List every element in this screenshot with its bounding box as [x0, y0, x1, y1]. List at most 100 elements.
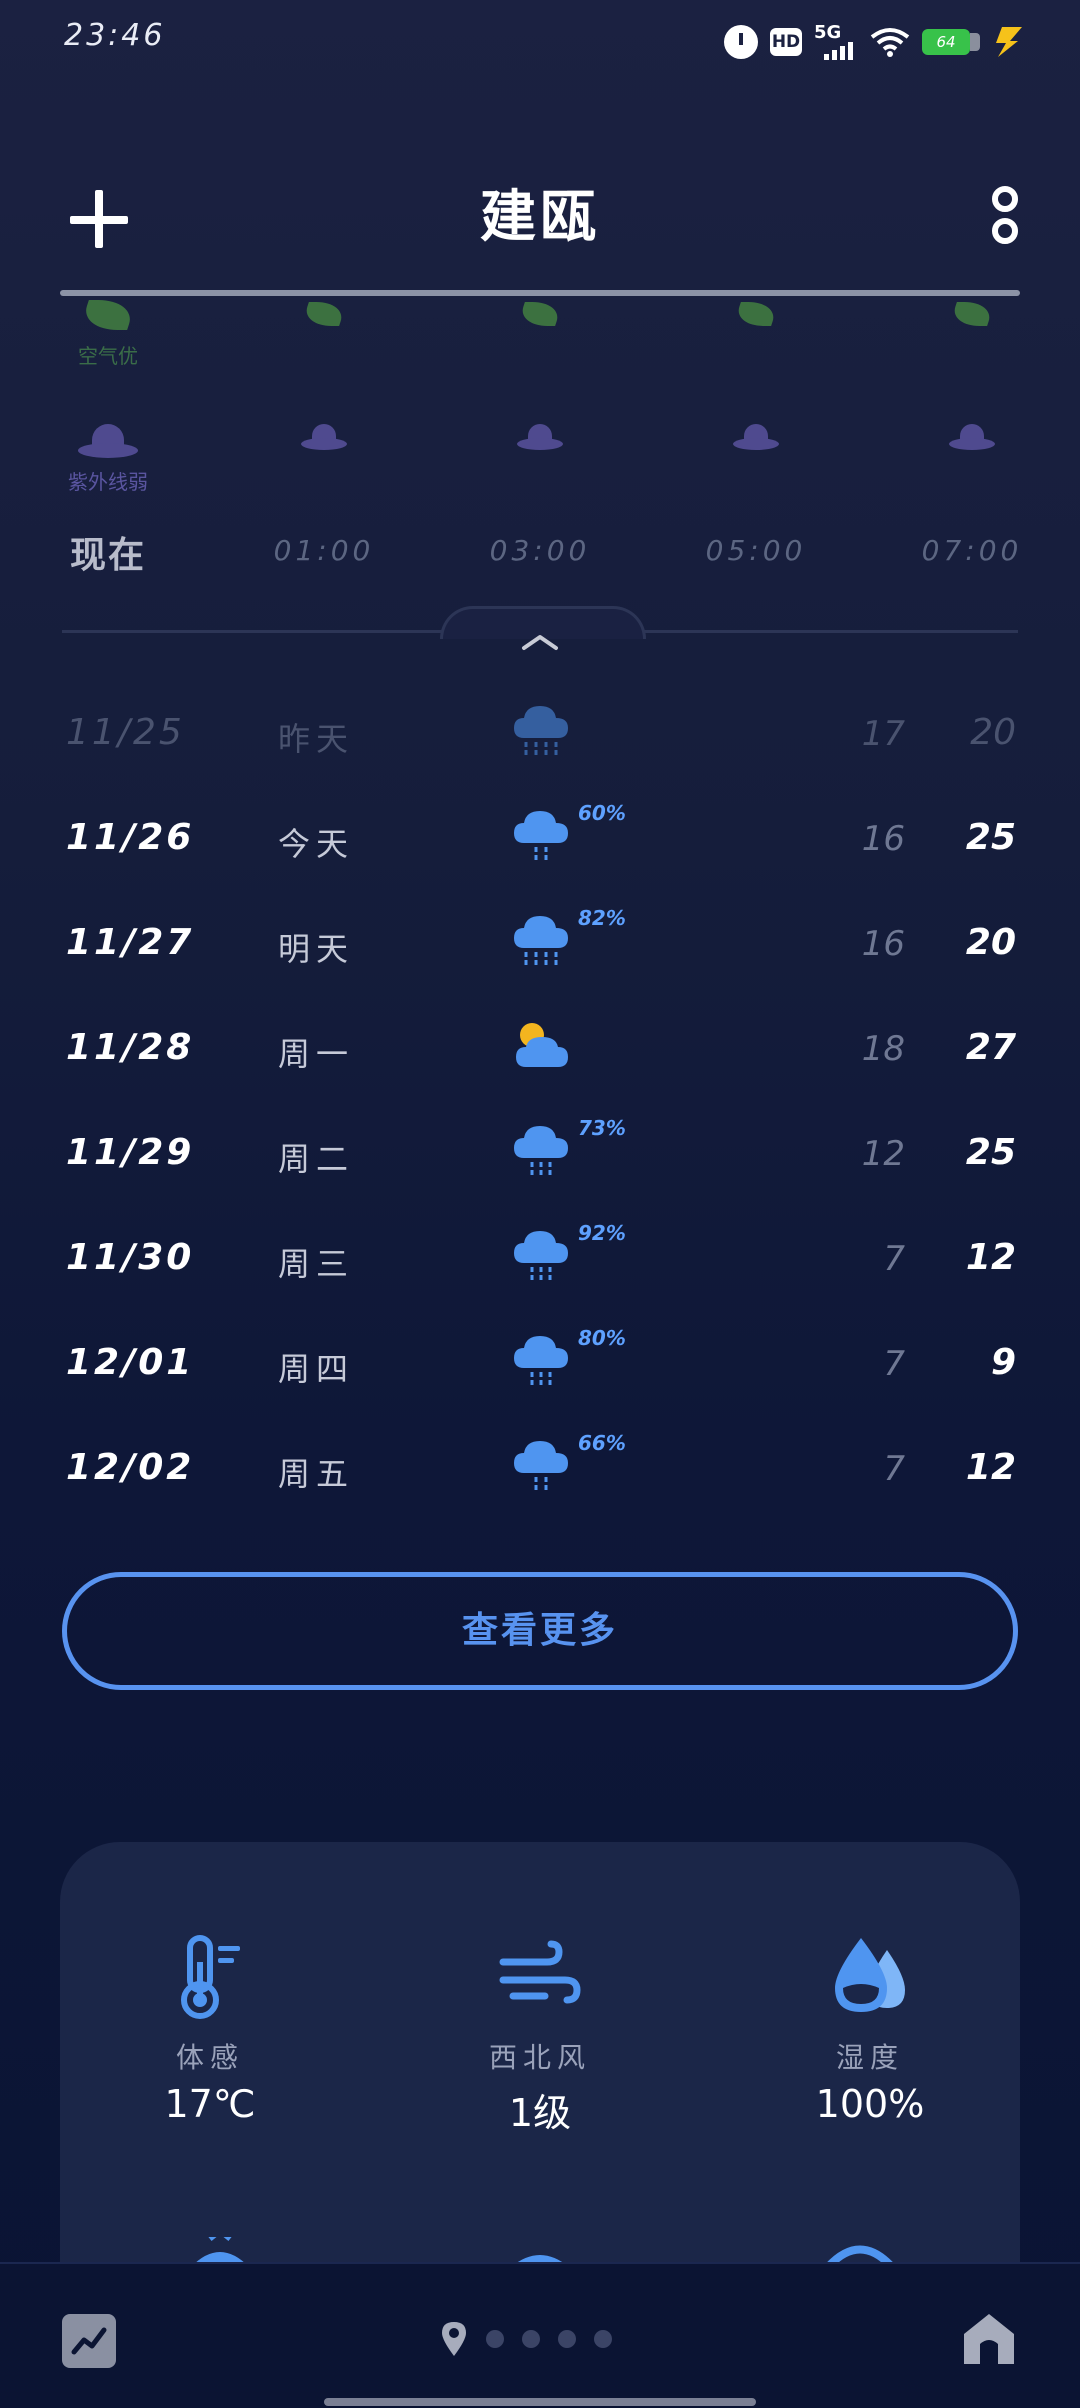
daily-low-temp: 18	[861, 1029, 905, 1069]
trend-chart-button[interactable]	[62, 2314, 116, 2368]
precip-chance: 66%	[578, 1431, 626, 1455]
daily-row[interactable]: 11/26 今天 60% 16 25	[0, 795, 1080, 900]
moderate-rain-icon	[510, 1118, 574, 1182]
daily-high-temp: 20	[970, 712, 1016, 753]
daily-low-temp: 17	[861, 714, 905, 754]
trend-icon	[71, 2327, 107, 2355]
page-dot[interactable]	[522, 2330, 540, 2348]
cellular-signal-icon: 5G	[814, 22, 858, 62]
leaf-icon	[733, 302, 779, 326]
daily-high-temp: 25	[965, 817, 1016, 858]
heavy-rain-icon	[510, 908, 574, 972]
sun-hat-icon	[78, 418, 138, 458]
charging-icon	[996, 27, 1022, 57]
menu-dot-icon	[992, 218, 1018, 244]
daily-row[interactable]: 11/25 昨天 17 20	[0, 690, 1080, 795]
hour-label: 现在	[69, 535, 146, 576]
leaf-icon	[949, 302, 995, 326]
page-dot[interactable]	[486, 2330, 504, 2348]
daily-weekday: 周三	[278, 1245, 355, 1283]
daily-low-temp: 7	[883, 1239, 905, 1279]
battery-icon: 64	[922, 29, 980, 55]
hour-label: 07:00	[921, 534, 1023, 567]
daily-weekday: 明天	[278, 930, 355, 968]
daily-row[interactable]: 11/28 周一 18 27	[0, 1005, 1080, 1110]
hour-label: 01:00	[273, 534, 375, 567]
status-bar: 23:46 HD 5G 64	[0, 0, 1080, 80]
page-dot[interactable]	[594, 2330, 612, 2348]
wind-icon	[499, 1940, 581, 2004]
wind-item: 西北风 1级	[390, 1932, 690, 2137]
daily-date: 11/29	[66, 1132, 195, 1173]
city-page-indicator[interactable]	[440, 2314, 612, 2364]
hourly-col-now: 空气优	[28, 300, 188, 369]
daily-date: 12/02	[66, 1447, 195, 1488]
daily-row[interactable]: 12/01 周四 80% 7 9	[0, 1320, 1080, 1425]
sun-hat-icon	[949, 420, 995, 450]
sun-hat-icon	[301, 420, 347, 450]
moderate-rain-icon	[510, 1223, 574, 1287]
feels-like-item: 体感 17℃	[60, 1932, 360, 2126]
uv-label: 紫外线弱	[68, 470, 148, 494]
daily-weekday: 周二	[278, 1140, 355, 1178]
leaf-icon	[301, 302, 347, 326]
partly-cloudy-icon	[510, 1013, 574, 1077]
home-indicator[interactable]	[324, 2398, 756, 2406]
daily-weekday: 今天	[278, 825, 355, 863]
humidity-item: 湿度 100%	[720, 1932, 1020, 2126]
daily-row[interactable]: 12/02 周五 66% 7 12	[0, 1425, 1080, 1530]
alarm-icon	[724, 25, 758, 59]
sun-hat-icon	[733, 420, 779, 450]
location-pin-icon	[442, 2322, 466, 2356]
header: 建瓯	[0, 150, 1080, 296]
bottom-navigation	[0, 2262, 1080, 2408]
daily-high-temp: 12	[965, 1447, 1016, 1488]
daily-row[interactable]: 11/27 明天 82% 16 20	[0, 900, 1080, 1005]
precip-chance: 92%	[578, 1221, 626, 1245]
status-time: 23:46	[64, 18, 166, 53]
daily-low-temp: 7	[883, 1449, 905, 1489]
light-rain-icon	[510, 803, 574, 867]
daily-weekday: 周五	[278, 1455, 355, 1493]
light-rain-icon	[510, 1433, 574, 1497]
precip-chance: 80%	[578, 1326, 626, 1350]
daily-high-temp: 12	[965, 1237, 1016, 1278]
view-more-button[interactable]: 查看更多	[62, 1572, 1018, 1690]
daily-low-temp: 12	[861, 1134, 905, 1174]
wind-direction-label: 西北风	[488, 2041, 591, 2074]
sun-hat-icon	[517, 420, 563, 450]
menu-dot-icon	[992, 186, 1018, 212]
daily-high-temp: 9	[990, 1342, 1016, 1383]
daily-high-temp: 27	[965, 1027, 1016, 1068]
daily-date: 11/27	[66, 922, 195, 963]
daily-date: 12/01	[66, 1342, 195, 1383]
daily-row[interactable]: 11/30 周三 92% 7 12	[0, 1215, 1080, 1320]
leaf-icon	[79, 300, 137, 330]
daily-weekday: 周一	[278, 1035, 355, 1073]
hour-label: 05:00	[705, 534, 807, 567]
precip-chance: 60%	[578, 801, 626, 825]
daily-weekday: 周四	[278, 1350, 355, 1388]
precip-chance: 73%	[578, 1116, 626, 1140]
heavy-rain-icon	[510, 698, 574, 762]
thermometer-icon	[181, 1935, 240, 2019]
hourly-forecast[interactable]: 空气优 紫外线弱 现在 01:00 03:00 05:00 07:00	[0, 290, 1080, 580]
air-quality-label: 空气优	[78, 344, 138, 368]
daily-high-temp: 25	[965, 1132, 1016, 1173]
precip-chance: 82%	[578, 906, 626, 930]
daily-row[interactable]: 11/29 周二 73% 12 25	[0, 1110, 1080, 1215]
wind-level-value: 1级	[508, 2091, 572, 2135]
daily-low-temp: 16	[861, 819, 905, 859]
daily-weekday: 昨天	[278, 720, 355, 758]
humidity-label: 湿度	[835, 2041, 904, 2074]
moderate-rain-icon	[510, 1328, 574, 1392]
hd-icon: HD	[770, 28, 802, 56]
leaf-icon	[517, 302, 563, 326]
city-title: 建瓯	[480, 185, 600, 250]
status-icons: HD 5G 64	[724, 20, 1024, 64]
wifi-icon	[870, 28, 910, 57]
chevron-up-icon[interactable]	[520, 632, 560, 652]
page-dot[interactable]	[558, 2330, 576, 2348]
more-options-button[interactable]	[970, 180, 1040, 260]
home-icon[interactable]	[960, 2310, 1018, 2368]
